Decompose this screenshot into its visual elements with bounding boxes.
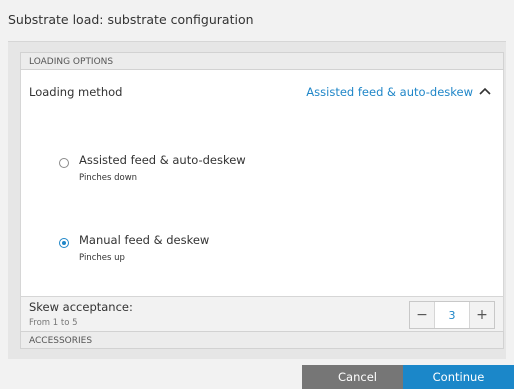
cancel-button[interactable]: Cancel xyxy=(302,365,413,389)
chevron-up-icon[interactable] xyxy=(477,83,493,99)
decrement-button[interactable]: − xyxy=(410,302,434,328)
option-manual-feed[interactable]: Manual feed & deskew Pinches up xyxy=(21,206,503,266)
loading-method-value: Assisted feed & auto-deskew xyxy=(306,85,473,99)
section-accessories[interactable]: ACCESSORIES xyxy=(20,331,504,349)
option-subtitle: Pinches up xyxy=(79,253,125,263)
option-subtitle: Pinches down xyxy=(79,173,138,183)
loading-method-label: Loading method xyxy=(29,85,123,99)
continue-button[interactable]: Continue xyxy=(403,365,514,389)
skew-acceptance-label: Skew acceptance: xyxy=(29,300,133,314)
configuration-panel: LOADING OPTIONS Loading method Assisted … xyxy=(8,41,506,359)
section-loading-options: LOADING OPTIONS xyxy=(20,52,504,70)
skew-value[interactable]: 3 xyxy=(434,302,470,328)
option-assisted-feed[interactable]: Assisted feed & auto-deskew Pinches down xyxy=(21,126,503,186)
increment-button[interactable]: + xyxy=(470,302,494,328)
option-title: Assisted feed & auto-deskew xyxy=(79,153,246,167)
radio-assisted-feed[interactable] xyxy=(59,158,69,168)
loading-options-card: Loading method Assisted feed & auto-desk… xyxy=(20,70,504,297)
skew-acceptance-range: From 1 to 5 xyxy=(29,318,78,328)
radio-manual-feed[interactable] xyxy=(59,238,69,248)
loading-method-row[interactable]: Loading method Assisted feed & auto-desk… xyxy=(21,70,503,112)
option-title: Manual feed & deskew xyxy=(79,233,210,247)
dialog-title: Substrate load: substrate configuration xyxy=(8,12,254,27)
skew-stepper: − 3 + xyxy=(409,301,495,329)
